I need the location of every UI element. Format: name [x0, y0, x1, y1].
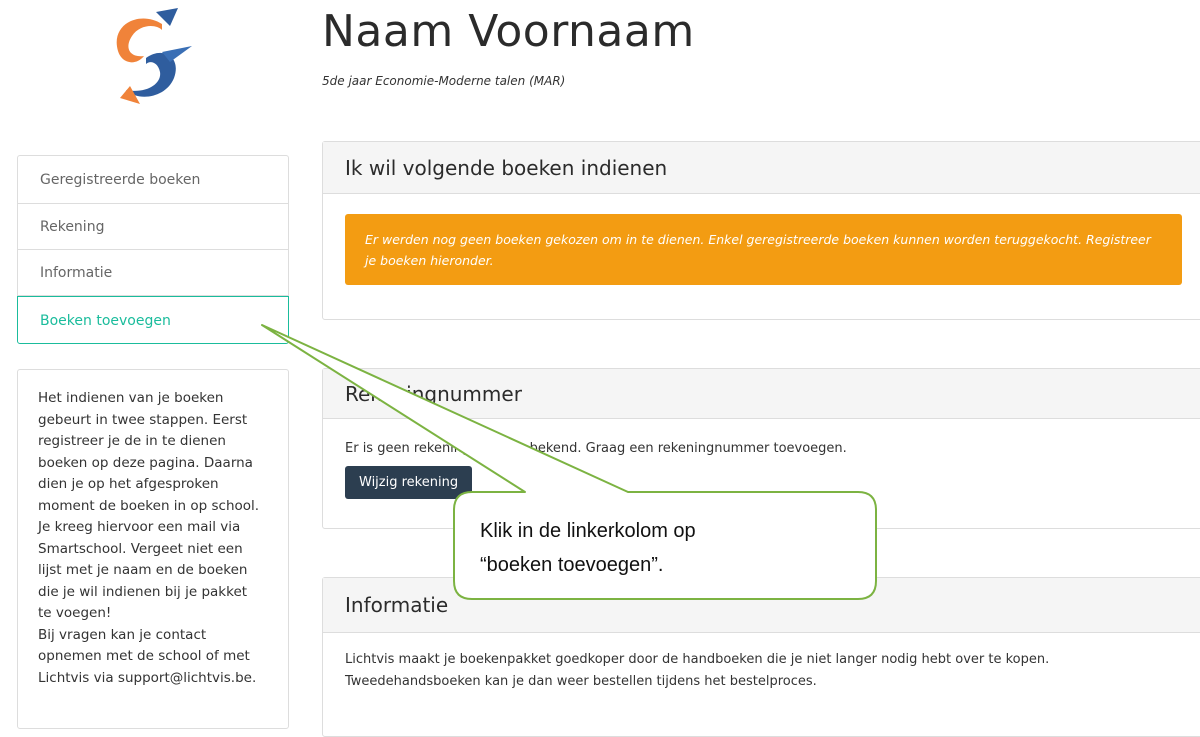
school-logo [116, 8, 192, 104]
help-box: Het indienen van je boeken gebeurt in tw… [17, 369, 289, 729]
help-line: die je wil indienen bij je pakket [38, 583, 248, 600]
panel-title: Rekeningnummer [323, 369, 1200, 419]
callout-line: Klik in de linkerkolom op [480, 520, 696, 542]
help-line: Je kreeg hiervoor een mail via [38, 519, 241, 535]
submit-books-panel: Ik wil volgende boeken indienen Er werde… [322, 141, 1200, 320]
panel-title: Ik wil volgende boeken indienen [323, 142, 1200, 194]
account-panel: Rekeningnummer Er is geen rekeningnummer… [322, 368, 1200, 529]
edit-account-button[interactable]: Wijzig rekening [345, 466, 473, 499]
info-text: Lichtvis maakt je boekenpakket goedkoper… [345, 652, 1050, 667]
info-text: Tweedehandsboeken kan je dan weer bestel… [345, 674, 817, 689]
callout-line: “boeken toevoegen”. [480, 554, 664, 576]
help-line: lijst met je naam en de boeken [38, 562, 248, 578]
info-panel: Informatie Lichtvis maakt je boekenpakke… [322, 577, 1200, 737]
account-message: Er is geen rekeningnummer bekend. Graag … [345, 441, 847, 456]
sidebar-nav: Geregistreerde boeken Rekening Informati… [17, 155, 289, 344]
help-line: boeken op deze pagina. Daarna [38, 454, 253, 471]
help-line: te voegen! [38, 605, 112, 621]
help-line: registreer je de in te dienen [38, 433, 226, 449]
help-line: gebeurt in twee stappen. Eerst [38, 411, 248, 428]
student-name: Naam Voornaam [322, 6, 695, 57]
help-line: Smartschool. Vergeet niet een [38, 540, 243, 557]
sidebar-item-registered-books[interactable]: Geregistreerde boeken [17, 155, 289, 204]
help-line: Het indienen van je boeken [38, 390, 224, 406]
sidebar-item-information[interactable]: Informatie [17, 250, 289, 296]
warning-alert: Er werden nog geen boeken gekozen om in … [345, 214, 1182, 285]
help-line: dien je op het afgesproken [38, 476, 219, 492]
help-line: moment de boeken in op school. [38, 497, 260, 514]
help-line: opnemen met de school of met [38, 648, 250, 664]
panel-title: Informatie [323, 578, 1200, 633]
help-line: Bij vragen kan je contact [38, 626, 207, 643]
sidebar-item-account[interactable]: Rekening [17, 204, 289, 250]
help-line: Lichtvis via support@lichtvis.be. [38, 669, 257, 686]
callout-text: Klik in de linkerkolom op “boeken toevoe… [480, 514, 870, 582]
student-class: 5de jaar Economie-Moderne talen (MAR) [322, 74, 566, 88]
sidebar-item-add-books[interactable]: Boeken toevoegen [17, 296, 289, 344]
